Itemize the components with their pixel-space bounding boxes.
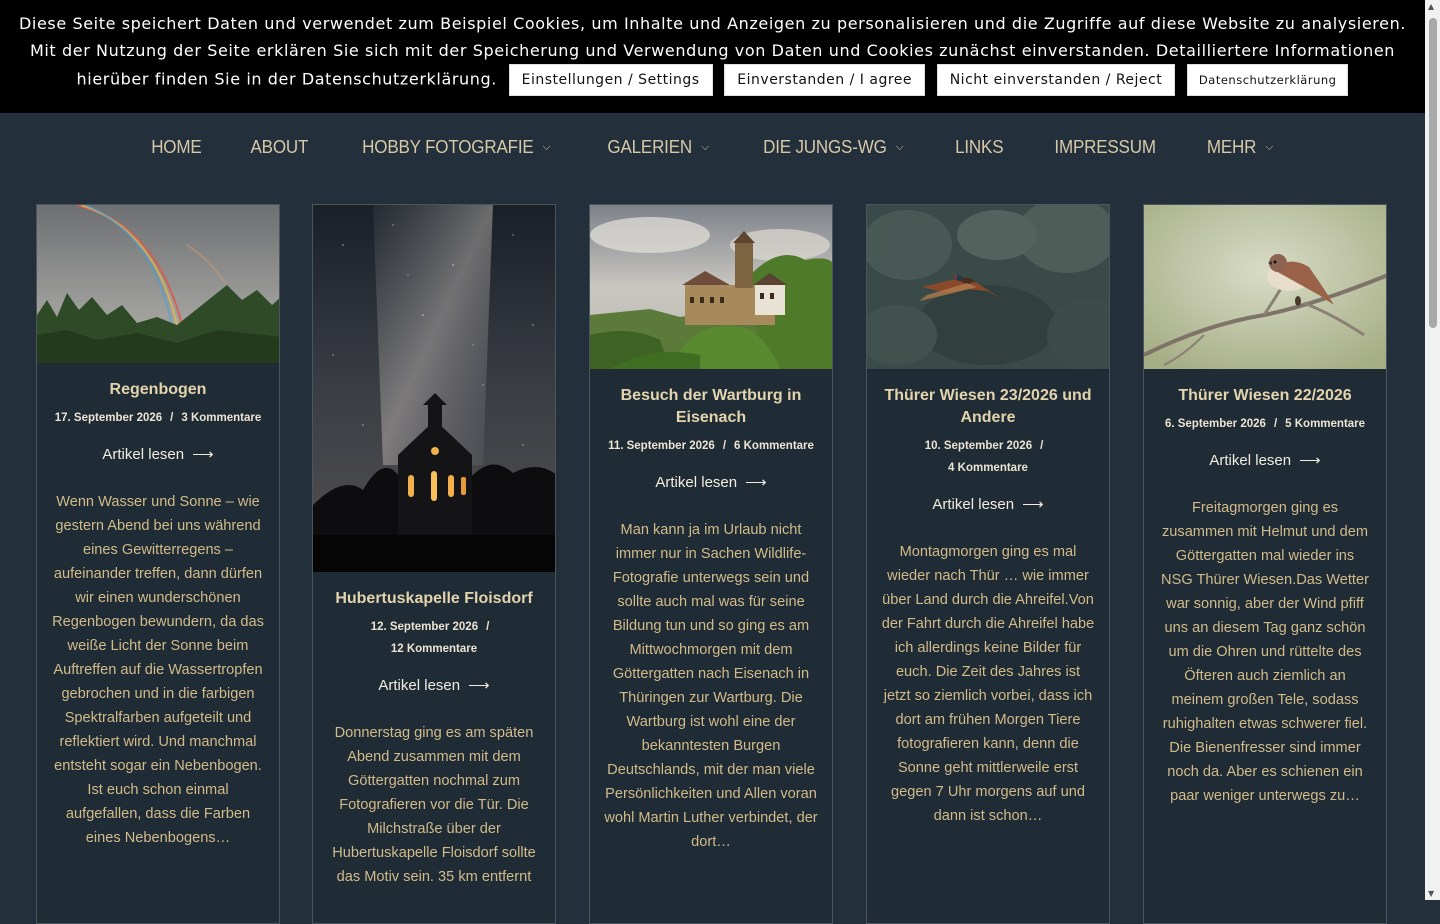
post-comments[interactable]: 3 Kommentare [181, 412, 261, 424]
post-date[interactable]: 6. September 2026 [1165, 418, 1266, 430]
read-more-label: Artikel lesen [102, 446, 185, 463]
nav-item-hobby-fotografie[interactable]: HOBBY FOTOGRAFIE ⌵ [342, 136, 571, 158]
post-card: Besuch der Wartburg in Eisenach 11. Sept… [589, 204, 833, 924]
post-image-shrike[interactable] [1144, 205, 1386, 369]
main-nav: HOME ABOUT HOBBY FOTOGRAFIE ⌵ GALERIEN ⌵ D… [0, 114, 1425, 180]
post-excerpt: Donnerstag ging es am späten Abend zusam… [332, 725, 536, 885]
scroll-down-icon[interactable]: ▼ [1428, 889, 1434, 898]
arrow-right-icon: ⟶ [192, 446, 214, 463]
post-meta: 6. September 2026 / 5 Kommentare [1144, 413, 1386, 435]
nav-item-impressum[interactable]: IMPRESSUM [1034, 136, 1176, 158]
nav-label: ABOUT [250, 136, 308, 157]
nav-label: GALERIEN [607, 136, 692, 157]
arrow-right-icon: ⟶ [468, 677, 490, 694]
post-excerpt: Man kann ja im Urlaub nicht immer nur in… [604, 522, 818, 850]
post-card: Thürer Wiesen 23/2026 und Andere 10. Sep… [866, 204, 1110, 924]
read-more-label: Artikel lesen [1209, 452, 1292, 469]
read-more-link[interactable]: Artikel lesen ⟶ [932, 495, 1043, 513]
post-image-pheasant[interactable] [867, 205, 1109, 369]
post-meta: 17. September 2026 / 3 Kommentare [37, 407, 279, 429]
post-excerpt: Freitagmorgen ging es zusammen mit Helmu… [1161, 500, 1369, 804]
read-more-label: Artikel lesen [932, 496, 1015, 513]
nav-label: LINKS [955, 136, 1004, 157]
cookie-settings-button[interactable]: Einstellungen / Settings [508, 64, 713, 96]
arrow-right-icon: ⟶ [1299, 452, 1321, 469]
post-image-chapel[interactable] [313, 205, 555, 572]
meta-separator: / [486, 621, 490, 633]
nav-item-mehr[interactable]: MEHR ⌵ [1187, 136, 1294, 158]
post-title[interactable]: Hubertuskapelle Floisdorf [313, 588, 555, 610]
read-more-link[interactable]: Artikel lesen ⟶ [102, 445, 213, 463]
post-image-wartburg[interactable] [590, 205, 832, 369]
nav-item-about[interactable]: ABOUT [230, 136, 328, 158]
nav-label: IMPRESSUM [1054, 136, 1156, 157]
nav-item-galerien[interactable]: GALERIEN ⌵ [587, 136, 729, 158]
meta-separator: / [1040, 440, 1044, 452]
post-image-rainbow[interactable] [37, 205, 279, 363]
cookie-reject-button[interactable]: Nicht einverstanden / Reject [936, 64, 1176, 96]
scrollbar-thumb[interactable] [1429, 18, 1437, 328]
post-excerpt: Wenn Wasser und Sonne – wie gestern Aben… [52, 494, 264, 846]
post-excerpt: Montagmorgen ging es mal wieder nach Thü… [881, 544, 1095, 824]
read-more-link[interactable]: Artikel lesen ⟶ [655, 473, 766, 491]
arrow-right-icon: ⟶ [745, 474, 767, 491]
post-date[interactable]: 17. September 2026 [55, 412, 162, 424]
post-title[interactable]: Besuch der Wartburg in Eisenach [590, 385, 832, 429]
post-comments[interactable]: 12 Kommentare [391, 643, 477, 655]
nav-label: HOBBY FOTOGRAFIE [362, 136, 535, 157]
post-title[interactable]: Thürer Wiesen 23/2026 und Andere [867, 385, 1109, 429]
post-meta: 10. September 2026 / 4 Kommentare [867, 435, 1109, 479]
chevron-down-icon: ⌵ [895, 140, 904, 153]
read-more-link[interactable]: Artikel lesen ⟶ [1209, 451, 1320, 469]
chevron-down-icon: ⌵ [543, 140, 551, 153]
nav-label: HOME [151, 136, 202, 157]
post-title[interactable]: Regenbogen [37, 379, 279, 401]
nav-label: MEHR [1207, 136, 1257, 157]
read-more-link[interactable]: Artikel lesen ⟶ [378, 676, 489, 694]
read-more-label: Artikel lesen [378, 677, 461, 694]
post-card: Hubertuskapelle Floisdorf 12. September … [312, 204, 556, 924]
nav-item-links[interactable]: LINKS [935, 136, 1024, 158]
post-comments[interactable]: 4 Kommentare [948, 462, 1028, 474]
meta-separator: / [170, 412, 174, 424]
nav-item-home[interactable]: HOME [131, 136, 222, 158]
nav-label: DIE JUNGS-WG [763, 136, 887, 157]
post-meta: 11. September 2026 / 6 Kommentare [590, 435, 832, 457]
meta-separator: / [722, 440, 727, 452]
scroll-up-icon[interactable]: ▲ [1428, 2, 1434, 11]
post-comments[interactable]: 5 Kommentare [1285, 418, 1365, 430]
post-date[interactable]: 11. September 2026 [608, 440, 715, 452]
cookie-banner: Diese Seite speichert Daten und verwende… [0, 0, 1425, 113]
post-date[interactable]: 10. September 2026 [925, 440, 1032, 452]
chevron-down-icon: ⌵ [701, 140, 709, 153]
post-card: Regenbogen 17. September 2026 / 3 Kommenta… [36, 204, 280, 924]
post-date[interactable]: 12. September 2026 [371, 621, 478, 633]
chevron-down-icon: ⌵ [1265, 140, 1274, 153]
post-title[interactable]: Thürer Wiesen 22/2026 [1144, 385, 1386, 407]
nav-item-die-jungs-wg[interactable]: DIE JUNGS-WG ⌵ [743, 136, 924, 158]
arrow-right-icon: ⟶ [1022, 496, 1044, 513]
page-scrollbar[interactable]: ▲ ▼ [1425, 0, 1440, 900]
cookie-agree-button[interactable]: Einverstanden / I agree [724, 64, 926, 96]
privacy-policy-button[interactable]: Datenschutzerklärung [1186, 64, 1349, 96]
post-card: Thürer Wiesen 22/2026 6. September 2026 /… [1143, 204, 1387, 924]
post-comments[interactable]: 6 Kommentare [734, 440, 814, 452]
post-meta: 12. September 2026 / 12 Kommentare [313, 616, 555, 660]
read-more-label: Artikel lesen [655, 474, 738, 491]
meta-separator: / [1273, 418, 1278, 430]
